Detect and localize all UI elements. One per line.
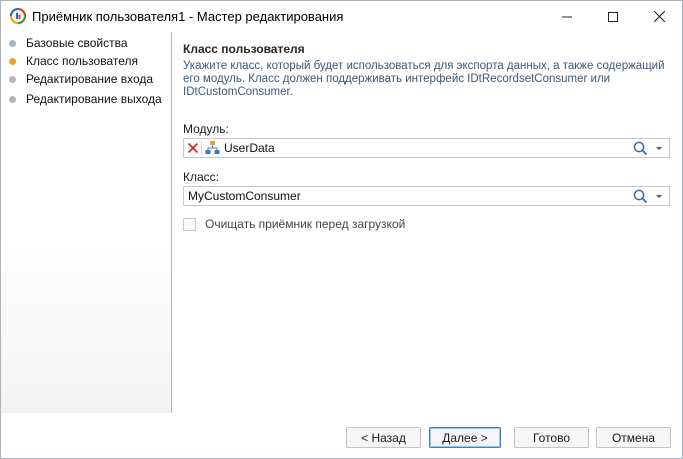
step-status-dot: [9, 95, 16, 103]
page-description: Укажите класс, который будет использоват…: [183, 60, 665, 98]
nav-step-base-properties[interactable]: Базовые свойства: [9, 35, 128, 51]
next-button[interactable]: Далее >: [429, 427, 501, 448]
nav-step-label: Базовые свойства: [26, 36, 128, 50]
clear-x-icon[interactable]: [187, 142, 199, 157]
app-logo-icon: [9, 7, 27, 25]
title-bar: Приёмник пользователя1 - Мастер редактир…: [1, 1, 682, 32]
wizard-steps-nav: Базовые свойства Класс пользователя Реда…: [1, 32, 172, 413]
search-icon[interactable]: [633, 141, 648, 159]
module-combobox[interactable]: UserData: [183, 138, 670, 158]
chevron-down-icon[interactable]: [656, 147, 662, 150]
step-status-dot: [9, 75, 16, 83]
nav-step-edit-input[interactable]: Редактирование входа: [9, 71, 153, 87]
wizard-window: Приёмник пользователя1 - Мастер редактир…: [0, 0, 683, 459]
done-button[interactable]: Готово: [514, 427, 589, 448]
nav-step-user-class[interactable]: Класс пользователя: [9, 53, 138, 69]
window-title: Приёмник пользователя1 - Мастер редактир…: [32, 9, 344, 24]
cancel-button[interactable]: Отмена: [596, 427, 671, 448]
maximize-button[interactable]: [590, 1, 636, 32]
nav-step-edit-output[interactable]: Редактирование выхода: [9, 91, 162, 107]
class-value: MyCustomConsumer: [188, 189, 301, 203]
step-status-dot: [9, 57, 16, 65]
module-value: UserData: [224, 141, 275, 155]
back-button[interactable]: < Назад: [346, 427, 421, 448]
page-title: Класс пользователя: [183, 42, 305, 56]
clear-before-load-label: Очищать приёмник перед загрузкой: [205, 217, 406, 231]
clear-before-load-checkbox[interactable]: [183, 217, 196, 231]
maximize-icon: [608, 11, 618, 22]
close-icon: [653, 11, 665, 22]
combo-separator: [201, 141, 202, 155]
class-label: Класс:: [183, 170, 219, 184]
nav-step-label: Редактирование входа: [26, 72, 154, 86]
module-label: Модуль:: [183, 122, 229, 136]
chevron-down-icon[interactable]: [656, 195, 662, 198]
minimize-button[interactable]: [544, 1, 590, 32]
minimize-icon: [562, 16, 572, 17]
class-combobox[interactable]: MyCustomConsumer: [183, 186, 670, 206]
search-icon[interactable]: [633, 189, 648, 207]
nav-step-label: Редактирование выхода: [26, 92, 162, 106]
module-hierarchy-icon: [205, 140, 220, 159]
nav-step-label: Класс пользователя: [26, 54, 138, 68]
clear-before-load-row[interactable]: Очищать приёмник перед загрузкой: [183, 217, 405, 231]
close-button[interactable]: [636, 1, 682, 32]
step-status-dot: [9, 39, 16, 47]
